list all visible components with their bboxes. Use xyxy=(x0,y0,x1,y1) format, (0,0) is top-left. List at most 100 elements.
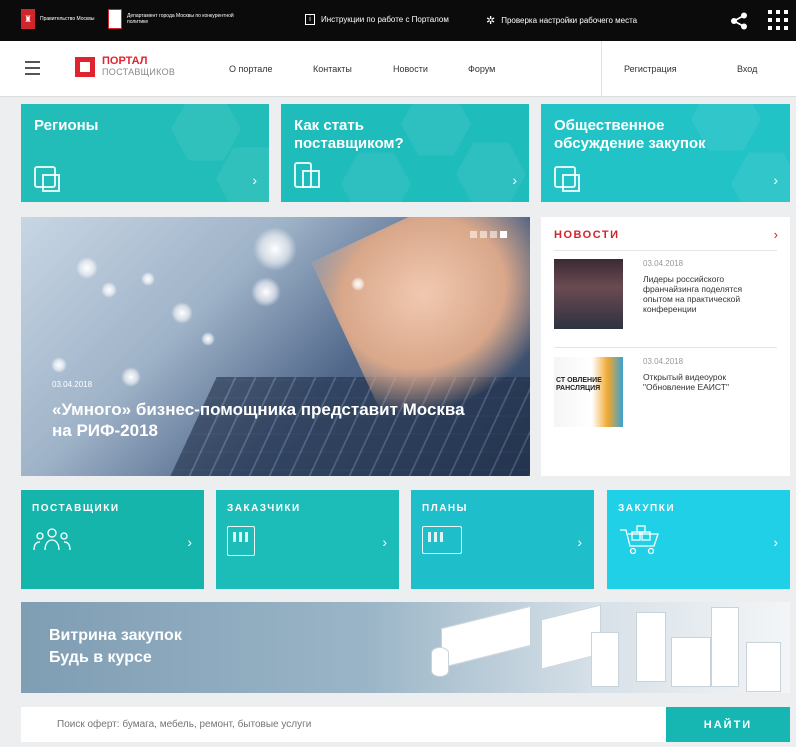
discussion-icon xyxy=(554,166,580,192)
warehouse-image xyxy=(441,605,531,669)
divider xyxy=(554,250,777,251)
chevron-right-icon: › xyxy=(577,534,582,550)
map-node xyxy=(171,302,193,324)
hex-decoration xyxy=(731,152,790,202)
tile-become-supplier-title: Как стать поставщиком? xyxy=(294,117,404,152)
tile-regions[interactable]: Регионы › xyxy=(21,104,269,202)
tile-customers-label: ЗАКАЗЧИКИ xyxy=(227,503,301,514)
tower-image xyxy=(746,642,781,692)
tile-customers[interactable]: ЗАКАЗЧИКИ › xyxy=(216,490,399,589)
tile-suppliers-label: ПОСТАВЩИКИ xyxy=(32,503,120,514)
gov-moscow-link[interactable]: ♜ Правительство Москвы xyxy=(21,9,112,29)
offer-search-input[interactable] xyxy=(21,707,666,742)
hero-slider[interactable]: 03.04.2018 «Умного» бизнес-помощника пре… xyxy=(21,217,530,476)
chevron-right-icon: › xyxy=(187,534,192,550)
tile-regions-title: Регионы xyxy=(34,117,99,134)
hex-decoration xyxy=(341,152,411,202)
slide-dot-active[interactable] xyxy=(500,231,507,238)
news-thumbnail: СТ ОВЛЕНИЕ РАНСЛЯЦИЯ xyxy=(554,357,623,427)
portal-logo[interactable]: ПОРТАЛ ПОСТАВЩИКОВ xyxy=(75,56,175,78)
apps-grid-icon[interactable] xyxy=(768,10,788,30)
map-node xyxy=(201,332,215,346)
login-link[interactable]: Вход xyxy=(737,64,757,74)
news-thumbnail xyxy=(554,259,623,329)
news-panel: НОВОСТИ › 03.04.2018 Лидеры российского … xyxy=(541,217,790,476)
tower-image xyxy=(711,607,739,687)
instructions-link[interactable]: i Инструкции по работе с Порталом xyxy=(305,14,449,25)
checklist-icon xyxy=(294,162,320,188)
instructions-label: Инструкции по работе с Порталом xyxy=(321,15,449,24)
cart-icon xyxy=(620,525,659,555)
banner-line1: Витрина закупок xyxy=(49,627,182,644)
news-date: 03.04.2018 xyxy=(643,259,684,268)
chevron-right-icon: › xyxy=(252,172,257,188)
hero-title[interactable]: «Умного» бизнес-помощника представит Мос… xyxy=(52,399,472,441)
tile-plans[interactable]: ПЛАНЫ › xyxy=(411,490,594,589)
tile-become-supplier[interactable]: Как стать поставщиком? › xyxy=(281,104,529,202)
regions-icon xyxy=(34,166,60,192)
document-icon: i xyxy=(305,14,315,25)
nav-forum[interactable]: Форум xyxy=(468,64,495,74)
gear-icon: ✲ xyxy=(486,15,496,27)
nav-news[interactable]: Новости xyxy=(393,64,428,74)
chevron-right-icon: › xyxy=(773,534,778,550)
map-node xyxy=(121,367,141,387)
hex-decoration xyxy=(456,142,526,202)
map-node xyxy=(76,257,98,279)
slide-dot[interactable] xyxy=(490,231,497,238)
logo-line1: ПОРТАЛ xyxy=(102,55,148,67)
building-icon xyxy=(227,526,255,556)
search-button[interactable]: НАЙТИ xyxy=(666,707,790,742)
share-icon[interactable] xyxy=(730,12,748,30)
nav-contacts[interactable]: Контакты xyxy=(313,64,352,74)
chevron-right-icon: › xyxy=(512,172,517,188)
map-node xyxy=(51,357,67,373)
news-heading[interactable]: НОВОСТИ xyxy=(554,229,620,241)
news-item[interactable]: СТ ОВЛЕНИЕ РАНСЛЯЦИЯ 03.04.2018 Открытый… xyxy=(554,357,777,432)
news-text: Лидеры российского франчайзинга поделятс… xyxy=(643,274,743,314)
gov-moscow-label: Правительство Москвы xyxy=(40,16,95,22)
tile-public-discussion[interactable]: Общественное обсуждение закупок › xyxy=(541,104,790,202)
news-date: 03.04.2018 xyxy=(643,357,684,366)
map-node xyxy=(101,282,117,298)
nav-divider xyxy=(601,41,602,96)
tile-purchases[interactable]: ЗАКУПКИ › xyxy=(607,490,790,589)
register-link[interactable]: Регистрация xyxy=(624,64,677,74)
dept-link[interactable]: Департамент города Москвы по конкурентно… xyxy=(108,9,247,29)
slide-dot[interactable] xyxy=(480,231,487,238)
map-node xyxy=(251,277,281,307)
tower-image xyxy=(671,637,711,687)
tile-public-discussion-title: Общественное обсуждение закупок xyxy=(554,117,706,152)
map-node xyxy=(351,277,365,291)
dept-emblem-icon xyxy=(108,9,122,29)
slide-dot[interactable] xyxy=(470,231,477,238)
news-item[interactable]: 03.04.2018 Лидеры российского франчайзин… xyxy=(554,259,777,334)
people-icon xyxy=(33,528,71,551)
logo-line2: ПОСТАВЩИКОВ xyxy=(102,67,176,77)
chevron-right-icon: › xyxy=(773,172,778,188)
tile-purchases-label: ЗАКУПКИ xyxy=(618,503,676,514)
tower-image xyxy=(591,632,619,687)
offer-search: НАЙТИ xyxy=(21,707,790,742)
dept-label: Департамент города Москвы по конкурентно… xyxy=(127,13,234,25)
main-header: ПОРТАЛ ПОСТАВЩИКОВ О портале Контакты Но… xyxy=(0,41,796,97)
calendar-icon xyxy=(422,526,462,554)
tile-plans-label: ПЛАНЫ xyxy=(422,503,468,514)
tank-image xyxy=(431,647,449,677)
hero-date: 03.04.2018 xyxy=(52,380,93,389)
tile-suppliers[interactable]: ПОСТАВЩИКИ › xyxy=(21,490,204,589)
tower-image xyxy=(636,612,666,682)
nav-about[interactable]: О портале xyxy=(229,64,272,74)
chevron-right-icon: › xyxy=(382,534,387,550)
chevron-right-icon[interactable]: › xyxy=(774,227,778,242)
menu-icon[interactable] xyxy=(25,61,40,79)
banner-text: Витрина закупок Будь в курсе xyxy=(49,625,182,669)
moscow-emblem-icon: ♜ xyxy=(21,9,35,29)
showcase-banner[interactable]: Витрина закупок Будь в курсе xyxy=(21,602,790,693)
workplace-check-label: Проверка настройки рабочего места xyxy=(501,16,638,25)
slider-pager[interactable] xyxy=(470,231,507,238)
banner-line2: Будь в курсе xyxy=(49,649,152,666)
news-text: Открытый видеоурок "Обновление ЕАИСТ" xyxy=(643,372,729,392)
logo-mark-icon xyxy=(75,57,95,77)
workplace-check-link[interactable]: ✲ Проверка настройки рабочего места xyxy=(486,14,637,27)
